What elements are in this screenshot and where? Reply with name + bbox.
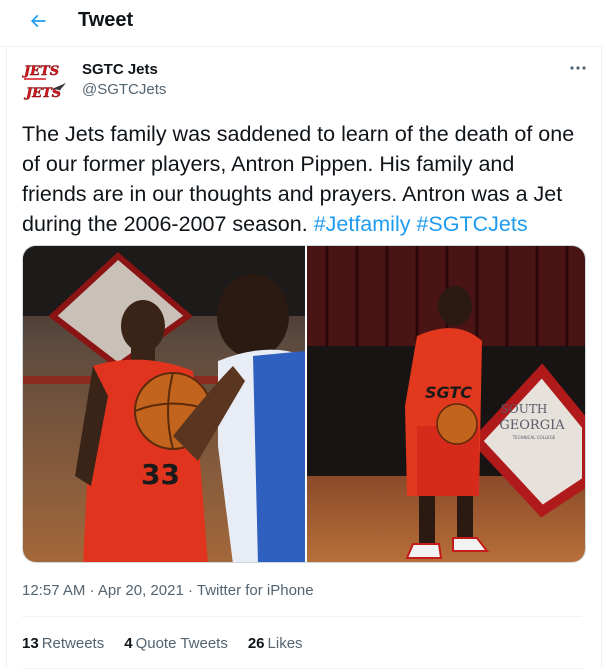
- meta-separator: ·: [187, 582, 193, 599]
- back-button[interactable]: [24, 7, 52, 35]
- retweets-stat[interactable]: 13 Retweets: [22, 635, 104, 652]
- photo-right[interactable]: SOUTH GEORGIA TECHNICAL COLLEGE SGTC: [307, 246, 585, 562]
- arrow-left-icon: [30, 14, 46, 28]
- quote-tweets-stat[interactable]: 4 Quote Tweets: [124, 635, 228, 652]
- logo-text-top: JETS: [22, 64, 59, 79]
- meta-separator: ·: [89, 582, 95, 599]
- tweet-date[interactable]: Apr 20, 2021: [98, 582, 184, 599]
- top-bar: Tweet: [0, 0, 603, 47]
- author-name[interactable]: SGTC Jets: [82, 61, 158, 78]
- retweets-label: Retweets: [41, 635, 105, 652]
- tweet-time[interactable]: 12:57 AM: [22, 582, 85, 599]
- likes-stat[interactable]: 26 Likes: [248, 635, 303, 652]
- right-jersey-text: SGTC: [425, 383, 472, 402]
- basketball-photo-dribble: SOUTH GEORGIA TECHNICAL COLLEGE SGTC: [307, 246, 585, 562]
- avatar[interactable]: JETS JETS: [21, 59, 68, 105]
- tweet-source[interactable]: Twitter for iPhone: [197, 582, 314, 599]
- likes-count: 26: [247, 635, 265, 652]
- wall-sign-line1: SOUTH: [501, 402, 548, 416]
- hashtag-sgtcjets[interactable]: #SGTCJets: [416, 212, 527, 236]
- left-jersey-number: 33: [141, 458, 180, 491]
- retweets-count: 13: [22, 635, 39, 652]
- author-handle[interactable]: @SGTCJets: [82, 81, 166, 98]
- wall-sign-line3: TECHNICAL COLLEGE: [512, 435, 556, 440]
- quotes-count: 4: [124, 635, 133, 652]
- more-options-button[interactable]: [566, 58, 590, 78]
- jets-logo: JETS JETS: [21, 64, 66, 101]
- hashtag-jetfamily[interactable]: #Jetfamily: [314, 212, 411, 236]
- page-title: Tweet: [78, 9, 134, 31]
- tweet-stats: 13 Retweets 4 Quote Tweets 26 Likes: [22, 635, 303, 652]
- tweet-text: The Jets family was saddened to learn of…: [22, 119, 582, 239]
- wall-sign-line2: GEORGIA: [499, 418, 565, 433]
- media-grid: 33 SOUTH GEORGIA TECHNICAL COLLEGE SGTC: [22, 245, 586, 563]
- more-horizontal-icon: [570, 66, 586, 70]
- divider: [22, 616, 582, 617]
- likes-label: Likes: [267, 635, 303, 652]
- basketball-photo-defense: 33: [23, 246, 305, 562]
- tweet-meta: 12:57 AM · Apr 20, 2021 · Twitter for iP…: [22, 582, 314, 599]
- photo-left[interactable]: 33: [23, 246, 305, 562]
- quotes-label: Quote Tweets: [135, 635, 228, 652]
